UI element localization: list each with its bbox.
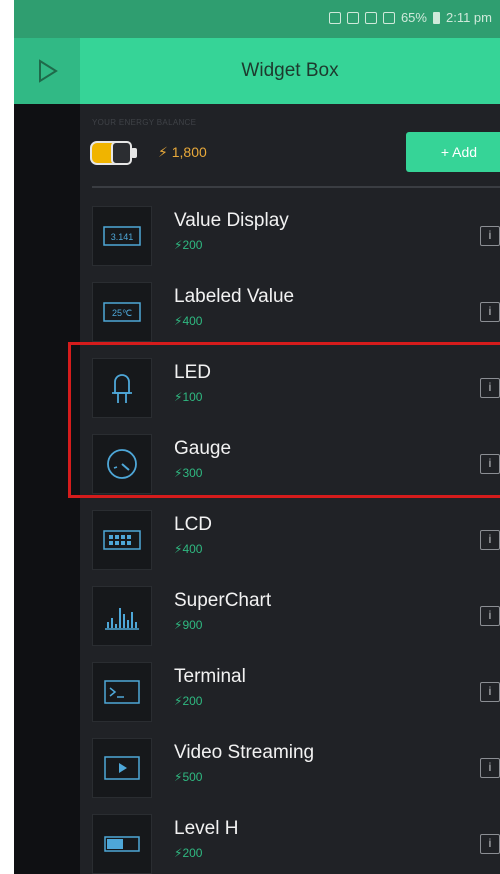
- status-bar: 65% 2:11 pm: [14, 0, 500, 38]
- widget-name: Terminal: [174, 666, 246, 687]
- video-streaming-icon: [92, 738, 152, 798]
- widget-video-streaming[interactable]: Video Streaming ⚡500 i: [80, 730, 500, 806]
- terminal-icon: [92, 662, 152, 722]
- level-h-icon: [92, 814, 152, 874]
- widget-name: Value Display: [174, 210, 289, 231]
- widget-cost: ⚡200: [174, 846, 203, 860]
- add-energy-button[interactable]: + Add: [406, 132, 500, 172]
- widget-lcd[interactable]: LCD ⚡400 i: [80, 502, 500, 578]
- highlight-box: [68, 342, 500, 498]
- info-button[interactable]: i: [480, 226, 500, 246]
- widget-name: LCD: [174, 514, 213, 535]
- value-display-icon: 3.141: [92, 206, 152, 266]
- widget-cost: ⚡400: [174, 542, 203, 556]
- signal-icon: [382, 11, 395, 24]
- page-title: Widget Box: [241, 60, 339, 81]
- wifi-icon: [364, 11, 377, 24]
- energy-caption: YOUR ENERGY BALANCE: [92, 118, 197, 127]
- battery-icon: [432, 11, 440, 24]
- sync-icon: [346, 11, 359, 24]
- lcd-icon: [92, 510, 152, 570]
- energy-symbol: ⚡: [158, 144, 172, 160]
- app-header: Widget Box: [14, 38, 500, 104]
- widget-name: Video Streaming: [174, 742, 315, 763]
- widget-name: Level H: [174, 818, 239, 839]
- widget-terminal[interactable]: Terminal ⚡200 i: [80, 654, 500, 730]
- widget-cost: ⚡900: [174, 618, 203, 632]
- widget-cost: ⚡500: [174, 770, 203, 784]
- info-button[interactable]: i: [480, 834, 500, 854]
- play-button[interactable]: [14, 38, 80, 104]
- battery-percent: 65%: [400, 10, 427, 25]
- widget-value-display[interactable]: 3.141 Value Display ⚡200 i: [80, 198, 500, 274]
- info-button[interactable]: i: [480, 758, 500, 778]
- info-button[interactable]: i: [480, 682, 500, 702]
- phone-screen: 65% 2:11 pm Widget Box YOUR ENERGY BALAN…: [14, 0, 500, 874]
- widget-level-h[interactable]: Level H ⚡200 i: [80, 806, 500, 874]
- value-display-icon-text: 3.141: [111, 232, 134, 242]
- labeled-value-icon: 25℃: [92, 282, 152, 342]
- energy-balance: ⚡ 1,800: [158, 144, 207, 161]
- info-button[interactable]: i: [480, 606, 500, 626]
- widget-cost: ⚡200: [174, 694, 203, 708]
- widget-cost: ⚡400: [174, 314, 203, 328]
- widget-name: SuperChart: [174, 590, 272, 611]
- widget-name: Labeled Value: [174, 286, 295, 307]
- info-button[interactable]: i: [480, 530, 500, 550]
- energy-battery-icon: [90, 141, 137, 165]
- notification-icon: [328, 11, 341, 24]
- labeled-value-icon-text: 25℃: [112, 308, 132, 318]
- info-button[interactable]: i: [480, 302, 500, 322]
- status-icons: 65% 2:11 pm: [328, 10, 492, 25]
- widget-cost: ⚡200: [174, 238, 203, 252]
- play-icon: [39, 59, 58, 83]
- divider: [92, 186, 500, 188]
- widget-labeled-value[interactable]: 25℃ Labeled Value ⚡400 i: [80, 274, 500, 350]
- clock: 2:11 pm: [445, 10, 492, 25]
- widget-superchart[interactable]: SuperChart ⚡900 i: [80, 578, 500, 654]
- energy-amount: 1,800: [171, 144, 207, 160]
- superchart-icon: [92, 586, 152, 646]
